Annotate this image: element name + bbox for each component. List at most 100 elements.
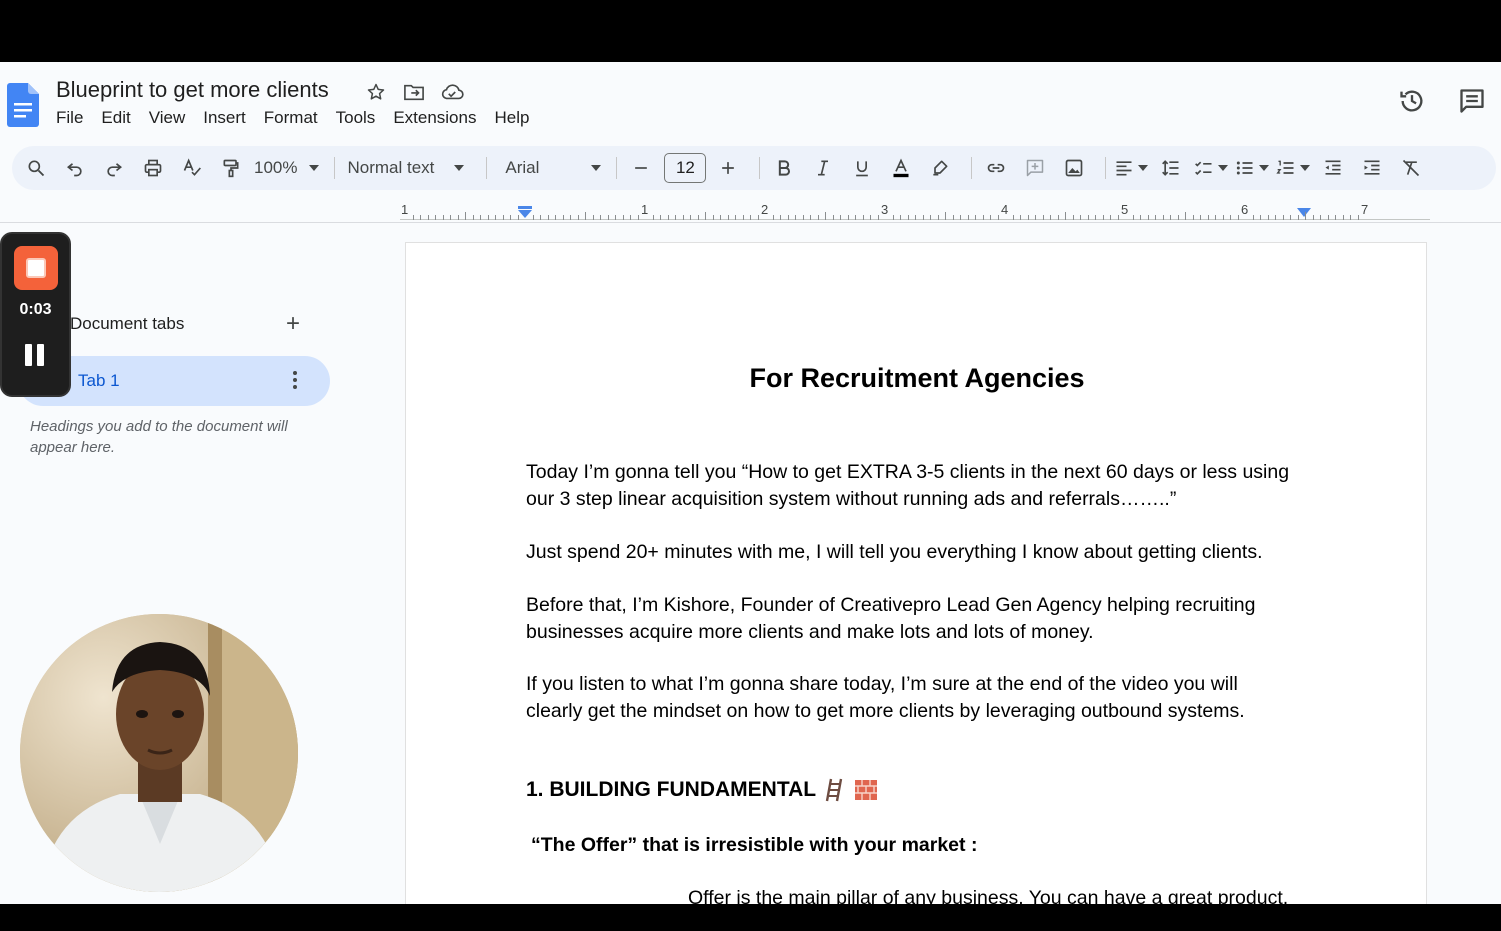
ruler-label: 2 xyxy=(761,202,769,217)
decrease-indent-icon[interactable] xyxy=(1317,152,1349,184)
ruler-tick xyxy=(712,215,714,220)
document-page[interactable]: For Recruitment Agencies Today I’m gonna… xyxy=(405,242,1427,904)
menu-help[interactable]: Help xyxy=(485,107,538,129)
increase-font-size-icon[interactable] xyxy=(712,152,744,184)
pause-icon[interactable] xyxy=(25,344,47,366)
left-indent-marker-icon[interactable] xyxy=(517,206,533,220)
ruler-tick xyxy=(1327,215,1329,220)
star-icon[interactable] xyxy=(364,80,388,104)
more-vert-icon[interactable] xyxy=(285,368,305,392)
font-size-input[interactable]: 12 xyxy=(664,153,707,183)
menu-tools[interactable]: Tools xyxy=(327,107,385,129)
ruler-tick xyxy=(892,215,894,220)
ruler-tick xyxy=(562,215,564,220)
ruler-label: 1 xyxy=(641,202,649,217)
italic-icon[interactable] xyxy=(807,152,839,184)
zoom-value: 100% xyxy=(254,158,298,177)
ruler-tick xyxy=(1147,215,1149,220)
ruler-tick xyxy=(930,215,931,220)
add-comment-icon[interactable] xyxy=(1019,152,1051,184)
checklist-dropdown[interactable] xyxy=(1194,152,1229,184)
paragraph-style-dropdown[interactable]: Normal text xyxy=(347,152,465,184)
chevron-down-icon xyxy=(1138,165,1149,171)
increase-indent-icon[interactable] xyxy=(1356,152,1388,184)
menu-file[interactable]: File xyxy=(47,107,92,129)
ladder-icon xyxy=(825,778,843,802)
ruler-tick xyxy=(705,212,706,220)
tab-1-label[interactable]: Tab 1 xyxy=(78,371,120,391)
ruler-tick xyxy=(862,215,864,220)
menu-insert[interactable]: Insert xyxy=(194,107,255,129)
stop-recording-button[interactable] xyxy=(14,246,58,290)
ruler-tick xyxy=(1260,215,1261,220)
numbered-list-dropdown[interactable] xyxy=(1276,152,1311,184)
ruler-tick xyxy=(1207,215,1209,220)
ruler-tick xyxy=(997,215,999,220)
ruler-tick xyxy=(1312,215,1314,220)
checklist-icon xyxy=(1195,161,1212,176)
font-family-dropdown[interactable]: Arial xyxy=(505,152,602,184)
stop-icon xyxy=(26,258,46,278)
menu-extensions[interactable]: Extensions xyxy=(384,107,485,129)
menu-view[interactable]: View xyxy=(140,107,195,129)
ruler-tick xyxy=(465,212,466,220)
ruler-tick xyxy=(922,215,924,220)
ruler-tick xyxy=(907,215,909,220)
underline-icon[interactable] xyxy=(846,152,878,184)
line-spacing-icon[interactable] xyxy=(1155,152,1187,184)
menu-edit[interactable]: Edit xyxy=(92,107,139,129)
ruler-tick xyxy=(802,215,804,220)
webcam-video[interactable] xyxy=(20,614,298,892)
ruler-tick xyxy=(1155,215,1156,220)
print-icon[interactable] xyxy=(137,152,169,184)
chevron-down-icon xyxy=(454,165,465,171)
redo-icon[interactable] xyxy=(98,152,130,184)
paint-format-icon[interactable] xyxy=(215,152,247,184)
ruler-tick xyxy=(1267,215,1269,220)
align-dropdown[interactable] xyxy=(1114,152,1149,184)
ruler-tick xyxy=(675,215,676,220)
highlight-color-icon[interactable] xyxy=(924,152,956,184)
text-color-icon[interactable] xyxy=(885,152,917,184)
document-title[interactable]: Blueprint to get more clients xyxy=(56,77,329,103)
ruler-label: 4 xyxy=(1001,202,1009,217)
spellcheck-icon[interactable] xyxy=(176,152,208,184)
paragraph-style-value: Normal text xyxy=(347,158,435,177)
ruler-tick xyxy=(1275,215,1276,220)
section-heading-text: 1. BUILDING FUNDAMENTAL xyxy=(526,778,817,801)
ruler-tick xyxy=(1080,215,1081,220)
decrease-font-size-icon[interactable] xyxy=(625,152,657,184)
toolbar-divider xyxy=(1105,157,1107,179)
ruler-tick xyxy=(757,215,759,220)
bulleted-list-dropdown[interactable] xyxy=(1235,152,1270,184)
bold-icon[interactable] xyxy=(768,152,800,184)
right-indent-marker-icon[interactable] xyxy=(1297,208,1311,218)
zoom-dropdown[interactable]: 100% xyxy=(254,152,320,184)
google-docs-logo-icon[interactable] xyxy=(7,83,39,127)
ruler-tick xyxy=(1140,215,1141,220)
insert-image-icon[interactable] xyxy=(1058,152,1090,184)
cloud-saved-icon[interactable] xyxy=(440,80,464,104)
ruler[interactable]: 1 1 2 3 4 5 6 7 xyxy=(400,200,1430,222)
version-history-icon[interactable] xyxy=(1397,86,1427,116)
clear-formatting-icon[interactable] xyxy=(1395,152,1427,184)
comments-icon[interactable] xyxy=(1457,86,1487,116)
ruler-tick xyxy=(1297,215,1299,220)
ruler-tick xyxy=(1110,215,1111,220)
docs-window: Blueprint to get more clients File Edit … xyxy=(0,62,1501,904)
add-tab-icon[interactable]: + xyxy=(286,310,300,338)
ruler-tick xyxy=(435,215,436,220)
ruler-tick xyxy=(442,215,444,220)
ruler-tick xyxy=(1035,215,1036,220)
section-heading-1: 1. BUILDING FUNDAMENTAL xyxy=(526,778,878,802)
ruler-tick xyxy=(787,215,789,220)
ruler-tick xyxy=(1252,215,1254,220)
move-folder-icon[interactable] xyxy=(402,80,426,104)
menu-format[interactable]: Format xyxy=(255,107,327,129)
insert-link-icon[interactable] xyxy=(980,152,1012,184)
undo-icon[interactable] xyxy=(59,152,91,184)
offer-subheading: “The Offer” that is irresistible with yo… xyxy=(531,834,978,856)
search-menus-icon[interactable] xyxy=(20,152,52,184)
ruler-tick xyxy=(607,215,609,220)
ruler-tick xyxy=(457,215,459,220)
